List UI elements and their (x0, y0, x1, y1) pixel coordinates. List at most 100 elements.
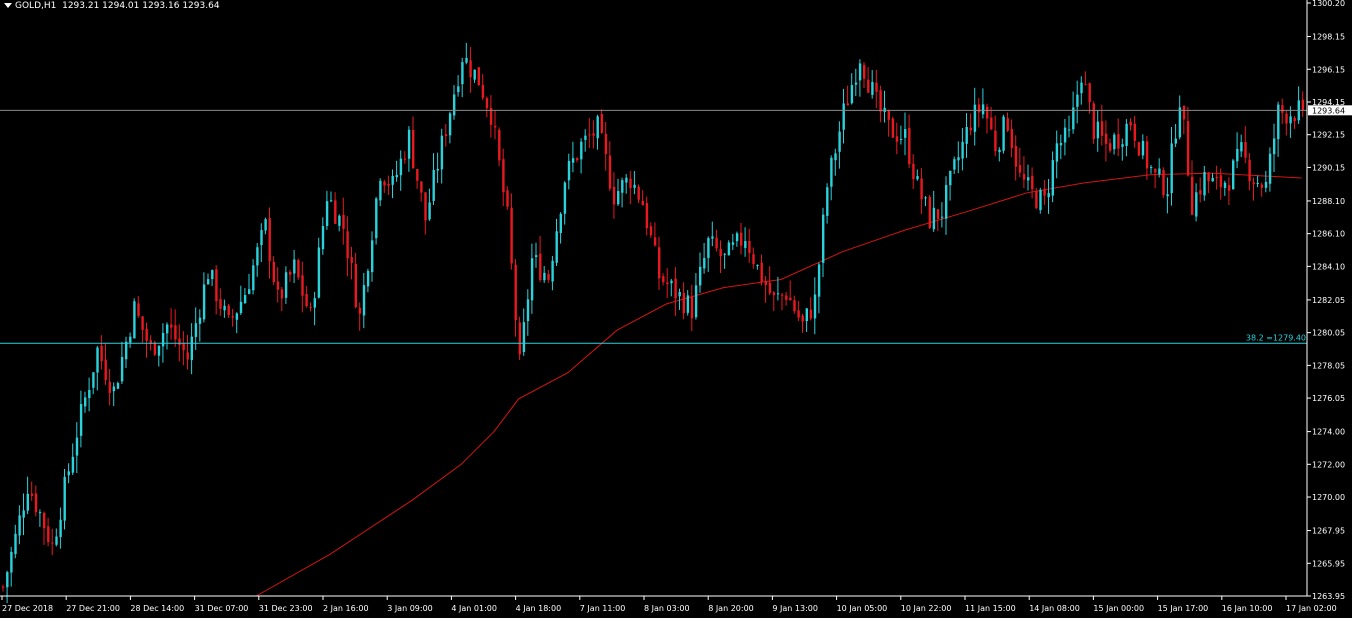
candle-body (1137, 142, 1141, 156)
candle-body (506, 190, 509, 207)
candle-body (1268, 153, 1272, 184)
candle-body (879, 90, 882, 112)
candle-body (100, 345, 103, 362)
candle-body (1215, 176, 1218, 178)
candle-body (71, 456, 75, 473)
y-tick-label: 1298.15 (1312, 33, 1345, 42)
y-tick-label: 1286.10 (1312, 230, 1345, 239)
candle-body (2, 586, 5, 588)
candle-body (891, 118, 895, 138)
candle-body (383, 181, 386, 186)
candle-body (576, 158, 579, 161)
candle-body (744, 241, 747, 248)
candle-body (850, 85, 854, 104)
candle-body (79, 404, 83, 436)
candle-body (596, 116, 599, 139)
candle-body (928, 196, 931, 228)
candle-body (412, 130, 415, 168)
candle-body (96, 347, 99, 373)
candle-body (498, 129, 501, 161)
candle-body (67, 471, 70, 476)
candle-body (1207, 173, 1210, 182)
candle-body (633, 184, 636, 188)
candle (63, 469, 66, 530)
candle-body (916, 176, 919, 180)
candle-body (354, 263, 357, 308)
candle-body (551, 260, 554, 282)
candle-body (699, 266, 702, 286)
candle-body (1133, 123, 1136, 141)
candle-body (334, 200, 337, 224)
candle-body (420, 181, 423, 193)
candle-body (346, 231, 349, 259)
candle-body (867, 79, 870, 93)
price-chart[interactable]: 38.2 =1279.40 1300.201298.151296.151294.… (0, 0, 1352, 618)
candle-body (924, 197, 927, 199)
candle-body (1006, 118, 1009, 131)
symbol-name: GOLD,H1 (15, 1, 57, 11)
y-tick-label: 1290.15 (1312, 163, 1345, 172)
candle-body (465, 57, 468, 63)
candle-body (908, 127, 911, 165)
candle (727, 240, 731, 256)
candle-body (1039, 189, 1042, 211)
candle-body (1022, 174, 1026, 180)
candle-body (391, 175, 394, 185)
current-price-tag: 1293.64 (1308, 105, 1352, 116)
candle-body (711, 236, 714, 239)
x-tick-label: 10 Jan 05:00 (837, 604, 888, 613)
candle-body (563, 182, 567, 214)
candle-body (375, 198, 378, 239)
candle-body (822, 214, 825, 263)
candle-body (592, 133, 595, 136)
candle-body (305, 293, 308, 307)
candle-body (1195, 192, 1198, 217)
candle-body (1203, 172, 1206, 196)
candle-body (1232, 160, 1235, 190)
candle-body (469, 60, 472, 78)
y-tick-label: 1263.95 (1312, 592, 1345, 601)
candle-body (653, 237, 657, 246)
x-tick-label: 3 Jan 09:00 (387, 604, 433, 613)
candle-body (694, 285, 698, 318)
candle-body (645, 203, 649, 229)
candle-body (1260, 184, 1264, 188)
candle-body (715, 237, 718, 249)
candle-body (1109, 143, 1112, 151)
candle-body (235, 313, 239, 320)
candle-body (453, 94, 456, 116)
candle-body (59, 519, 62, 537)
candle-body (649, 226, 653, 236)
candle-body (1178, 107, 1182, 138)
candle-body (141, 316, 144, 330)
candle-body (617, 191, 620, 205)
candle-body (1256, 182, 1259, 184)
candle-body (260, 230, 263, 246)
candle-body (920, 178, 923, 200)
candle-body (256, 247, 259, 266)
candle-body (1166, 194, 1169, 197)
candle-body (280, 289, 284, 299)
candle-body (670, 280, 673, 284)
x-tick-label: 14 Jan 08:00 (1029, 604, 1080, 613)
candle-body (1211, 177, 1214, 182)
candle-body (502, 159, 505, 193)
candle-body (981, 104, 985, 115)
candle-body (432, 169, 435, 201)
candle-body (961, 141, 964, 159)
x-tick-label: 27 Dec 21:00 (66, 604, 120, 613)
candle-body (567, 160, 571, 181)
x-tick-label: 16 Jan 10:00 (1222, 604, 1273, 613)
x-tick-label: 4 Jan 18:00 (516, 604, 562, 613)
y-tick-label: 1280.05 (1312, 329, 1345, 338)
candle-body (1051, 160, 1054, 196)
candle-body (43, 512, 46, 529)
candle-body (1014, 145, 1018, 167)
candle-body (1068, 129, 1071, 131)
candle-body (1018, 165, 1022, 173)
candle-body (170, 324, 173, 328)
candle-body (350, 257, 353, 263)
candle-body (973, 104, 977, 132)
candle-body (448, 113, 452, 136)
candle-body (494, 125, 497, 128)
